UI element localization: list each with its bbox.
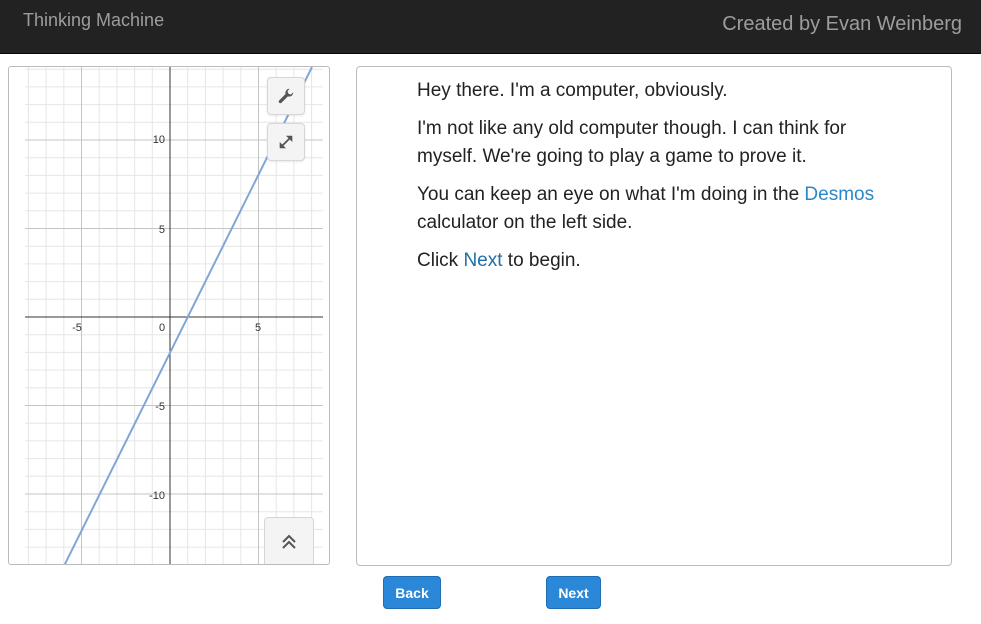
message-paragraph: Hey there. I'm a computer, obviously.: [417, 80, 728, 101]
next-link[interactable]: Next: [463, 250, 502, 271]
message-panel: Hey there. I'm a computer, obviously. I'…: [356, 66, 952, 566]
y-tick-label: 10: [153, 134, 165, 146]
graph-settings-button[interactable]: [267, 77, 305, 115]
fullscreen-button[interactable]: [267, 123, 305, 161]
message-text: calculator on the left side.: [417, 212, 633, 233]
app-title[interactable]: Thinking Machine: [23, 10, 164, 31]
x-tick-label: -5: [72, 322, 82, 334]
y-tick-label: -5: [155, 401, 165, 413]
desmos-calculator[interactable]: -5 0 5 10 5 -5 -10: [8, 66, 330, 565]
zoom-panel-toggle[interactable]: [264, 517, 314, 564]
y-tick-label: -10: [149, 490, 165, 502]
desmos-link[interactable]: Desmos: [804, 184, 874, 205]
next-button[interactable]: Next: [546, 576, 601, 609]
y-tick-label: 5: [159, 224, 165, 236]
x-tick-label: 0: [159, 322, 165, 334]
x-tick-label: 5: [255, 322, 261, 334]
message-text: Click: [417, 250, 464, 271]
message-text: to begin.: [502, 250, 581, 271]
message-content: Hey there. I'm a computer, obviously. I'…: [417, 77, 897, 285]
double-chevron-up-icon: [282, 534, 296, 549]
message-text: You can keep an eye on what I'm doing in…: [417, 184, 805, 205]
message-paragraph: Click Next to begin.: [417, 247, 897, 275]
wrench-icon: [278, 88, 294, 104]
message-paragraph: You can keep an eye on what I'm doing in…: [417, 181, 897, 237]
expand-icon: [279, 135, 293, 149]
author-credit: Created by Evan Weinberg: [722, 13, 962, 35]
message-paragraph: I'm not like any old computer though. I …: [417, 118, 847, 167]
top-navbar: Thinking Machine Created by Evan Weinber…: [0, 0, 981, 54]
back-button[interactable]: Back: [383, 576, 441, 609]
